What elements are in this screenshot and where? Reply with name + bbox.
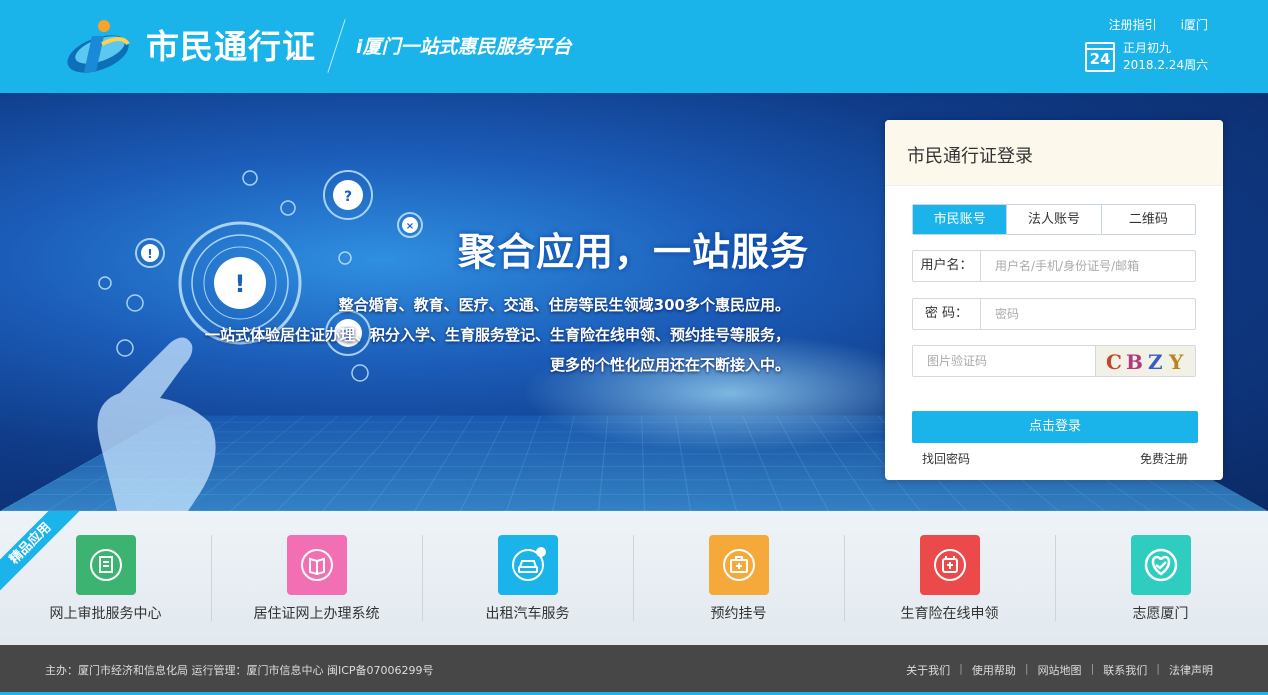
- id-book-icon[interactable]: [286, 535, 347, 595]
- app-volunteer-xiamen[interactable]: 志愿厦门: [1055, 511, 1266, 645]
- banner-line: 更多的个性化应用还在不断接入中。: [549, 356, 790, 374]
- svg-text:×: ×: [406, 221, 414, 232]
- site-footer: 主办：厦门市经济和信息化局 运行管理：厦门市信息中心 闽ICP备07006299…: [0, 645, 1268, 695]
- username-input[interactable]: [981, 252, 1195, 280]
- forgot-password-link[interactable]: 找回密码: [922, 450, 970, 467]
- footer-links: 关于我们 | 使用帮助 | 网站地图 | 联系我们 | 法律声明: [906, 662, 1213, 678]
- app-maternity-insurance[interactable]: 生育险在线申领: [844, 511, 1055, 645]
- date-display: 24 正月初九 2018.2.24周六: [1085, 40, 1208, 74]
- footer-link-contact[interactable]: 联系我们: [1103, 662, 1147, 678]
- captcha-image[interactable]: C B Z Y: [1095, 346, 1195, 376]
- banner-line: 整合婚育、教育、医疗、交通、住房等民生领域300多个惠民应用。: [338, 296, 790, 314]
- top-links: 注册指引 i厦门: [1109, 16, 1208, 33]
- app-label[interactable]: 志愿厦门: [1055, 603, 1266, 623]
- app-residence-permit[interactable]: 居住证网上办理系统: [211, 511, 422, 645]
- username-label: 用户名：: [913, 251, 981, 281]
- footer-info: 主办：厦门市经济和信息化局 运行管理：厦门市信息中心 闽ICP备07006299…: [45, 664, 434, 677]
- app-label[interactable]: 网上审批服务中心: [0, 603, 211, 623]
- svg-text:?: ?: [344, 189, 352, 205]
- app-taxi-service[interactable]: 出租汽车服务: [422, 511, 633, 645]
- captcha-char: Y: [1169, 350, 1184, 374]
- free-register-link[interactable]: 免费注册: [1140, 450, 1188, 467]
- login-tabs: 市民账号 法人账号 二维码: [912, 204, 1196, 235]
- banner-title: 聚合应用，一站服务: [458, 230, 810, 274]
- app-appointment[interactable]: 预约挂号: [633, 511, 844, 645]
- captcha-char: C: [1106, 350, 1122, 374]
- site-name: 市民通行证: [146, 27, 316, 66]
- banner-description: 整合婚育、教育、医疗、交通、住房等民生领域300多个惠民应用。 一站式体验居住证…: [205, 290, 790, 380]
- featured-apps: 精品应用 网上审批服务中心 居住证网上办理系统 出租汽车服务 预约挂号 生育险在…: [0, 511, 1268, 645]
- taxi-icon[interactable]: [497, 535, 558, 595]
- lunar-date: 正月初九: [1123, 41, 1172, 55]
- footer-separator: |: [1090, 662, 1095, 675]
- footer-separator: |: [959, 662, 963, 675]
- site-slogan: i厦门一站式惠民服务平台: [356, 36, 572, 58]
- app-label[interactable]: 预约挂号: [633, 603, 844, 623]
- captcha-char: B: [1126, 350, 1143, 374]
- login-links: 找回密码 免费注册: [922, 450, 1188, 467]
- password-input[interactable]: [981, 300, 1195, 328]
- login-panel: 市民通行证登录 市民账号 法人账号 二维码 用户名： 密 码： C B Z Y …: [885, 120, 1223, 480]
- insurance-badge-icon[interactable]: [919, 535, 980, 595]
- calendar-day: 24: [1089, 50, 1111, 68]
- document-stamp-icon[interactable]: [75, 535, 136, 595]
- login-button[interactable]: 点击登录: [912, 411, 1198, 443]
- svg-text:!: !: [147, 247, 152, 261]
- footer-separator: |: [1156, 662, 1160, 675]
- captcha-input[interactable]: [913, 347, 1095, 375]
- tab-citizen-account[interactable]: 市民账号: [913, 205, 1007, 234]
- password-field-group: 密 码：: [912, 298, 1196, 330]
- footer-link-legal[interactable]: 法律声明: [1169, 662, 1213, 678]
- footer-link-help[interactable]: 使用帮助: [972, 662, 1016, 678]
- i-xiamen-link[interactable]: i厦门: [1181, 16, 1208, 33]
- app-label[interactable]: 居住证网上办理系统: [211, 603, 422, 623]
- calendar-icon: 24: [1085, 42, 1115, 72]
- solar-date: 2018.2.24周六: [1123, 58, 1209, 72]
- footer-link-about[interactable]: 关于我们: [906, 662, 950, 678]
- i-xiamen-logo-icon[interactable]: [62, 14, 134, 78]
- heart-check-icon[interactable]: [1130, 535, 1191, 595]
- banner-line: 一站式体验居住证办理、积分入学、生育服务登记、生育险在线申领、预约挂号等服务，: [204, 326, 790, 344]
- tab-qr-code[interactable]: 二维码: [1100, 205, 1195, 234]
- login-title: 市民通行证登录: [885, 120, 1223, 186]
- app-online-approval[interactable]: 网上审批服务中心: [0, 511, 211, 645]
- captcha-char: Z: [1148, 350, 1163, 374]
- register-guide-link[interactable]: 注册指引: [1109, 16, 1157, 33]
- medical-kit-icon[interactable]: [708, 535, 769, 595]
- app-label[interactable]: 出租汽车服务: [422, 603, 633, 623]
- footer-separator: |: [1024, 662, 1029, 675]
- password-label: 密 码：: [913, 299, 981, 329]
- app-label[interactable]: 生育险在线申领: [844, 603, 1055, 623]
- tab-corporate-account[interactable]: 法人账号: [1006, 205, 1100, 234]
- captcha-field-group: C B Z Y: [912, 345, 1196, 377]
- header-divider: [327, 19, 346, 73]
- site-header: 市民通行证 i厦门一站式惠民服务平台 注册指引 i厦门 24 正月初九 2018…: [0, 0, 1268, 93]
- footer-link-sitemap[interactable]: 网站地图: [1038, 662, 1082, 678]
- username-field-group: 用户名：: [912, 250, 1196, 282]
